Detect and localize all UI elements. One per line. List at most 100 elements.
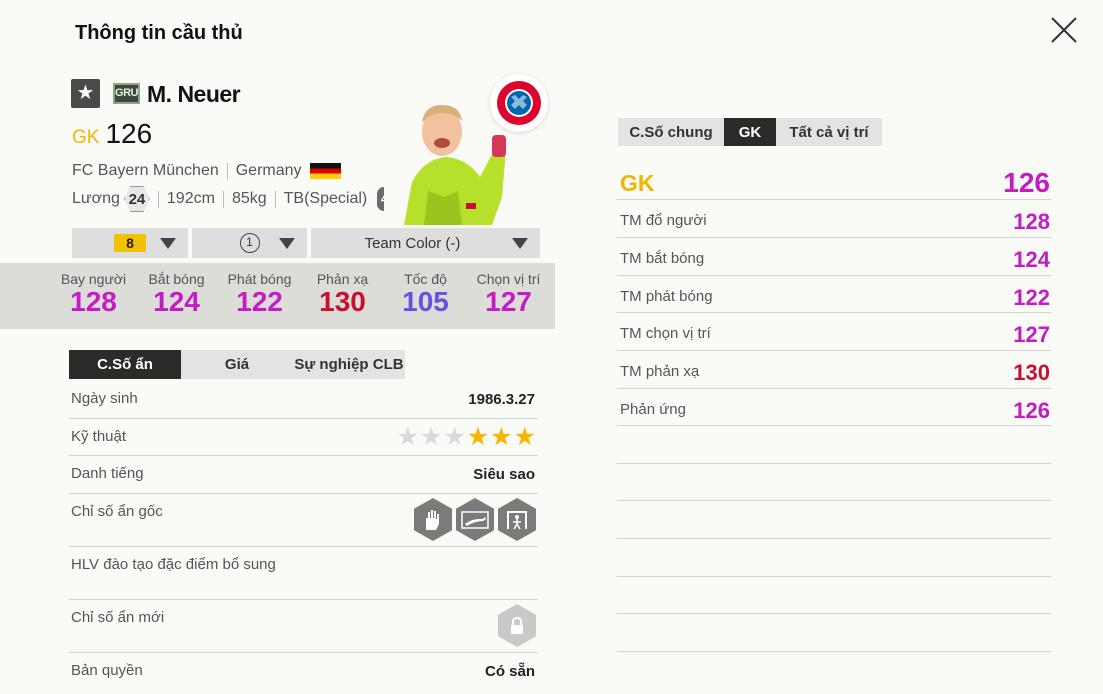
gk-header-row: GK 126 (617, 164, 1051, 200)
ovr-value: 126 (105, 118, 153, 149)
gk-stat-row: TM đổ người 128 (617, 200, 1051, 238)
hidden-trait-icons (410, 498, 536, 541)
gk-stat-value: 124 (1013, 247, 1050, 272)
salary-label: Lương (72, 190, 120, 207)
stat-label: Bắt bóng (148, 271, 205, 287)
gk-stat-label: TM phát bóng (620, 288, 713, 305)
chevron-down-icon (512, 238, 528, 249)
trait-level-value: 1 (239, 233, 260, 253)
stat-positioning: Chọn vị trí 127 (467, 263, 550, 329)
star-empty-icon: ★ (396, 423, 419, 451)
gk-stat-value: 127 (1013, 322, 1050, 347)
chevron-down-icon (279, 238, 295, 249)
stat-handling: Bắt bóng 124 (135, 263, 218, 329)
star-filled-icon: ★ (466, 423, 490, 451)
upgrade-level-dropdown[interactable]: 8 (72, 228, 188, 258)
stat-label: Chọn vị trí (476, 271, 541, 287)
weight: 85kg (231, 190, 267, 207)
info-row-new-traits: Chỉ số ẩn mới (69, 600, 538, 653)
stat-value: 105 (402, 286, 449, 317)
birthday-value: 1986.3.27 (468, 391, 535, 408)
gk-header-value: 126 (1003, 167, 1050, 198)
star-empty-icon: ★ (419, 423, 443, 451)
info-row-skill: Kỹ thuật ★ ★ ★ ★ ★ ★ (69, 419, 538, 456)
stat-value: 128 (70, 286, 117, 317)
position-ovr: GK 126 (72, 118, 152, 150)
gk-stat-row: TM phản xạ 130 (617, 351, 1051, 389)
skill-stars: ★ ★ ★ ★ ★ ★ (395, 425, 536, 450)
empty-row (617, 464, 1051, 501)
new-trait-slot (494, 604, 536, 647)
diving-keeper-icon[interactable] (456, 498, 494, 541)
gk-stat-value: 130 (1013, 360, 1050, 385)
star-empty-icon: ★ (443, 423, 466, 451)
stat-label: Bay người (60, 271, 127, 287)
player-name: M. Neuer (147, 81, 241, 107)
goalkeeper-gloves-icon[interactable] (414, 498, 452, 541)
tab-price[interactable]: Giá (181, 350, 293, 379)
stat-value: 122 (236, 286, 283, 317)
club-nation-row: FC Bayern München Germany (72, 162, 341, 180)
gk-stat-row: TM phát bóng 122 (617, 276, 1051, 313)
gk-stat-value: 126 (1013, 398, 1050, 423)
favorite-star-icon[interactable]: ★ (71, 79, 100, 108)
info-row-birthday: Ngày sinh 1986.3.27 (69, 381, 538, 419)
stat-speed: Tốc độ 105 (384, 263, 467, 329)
gk-stat-label: TM chọn vị trí (620, 325, 711, 342)
reputation-value: Siêu sao (473, 466, 535, 483)
empty-row (617, 577, 1051, 614)
lock-icon[interactable] (498, 604, 536, 647)
coach-label: HLV đào tạo đặc điểm bổ sung (71, 556, 276, 573)
dialog-title: Thông tin cầu thủ (75, 22, 243, 44)
nation-name: Germany (235, 162, 302, 179)
gk-stat-label: TM bắt bóng (620, 250, 705, 267)
gk-stat-label: Phản ứng (620, 401, 686, 418)
divider (226, 162, 228, 180)
germany-flag-icon (309, 163, 341, 179)
empty-row (617, 501, 1051, 539)
stat-label: Phát bóng (227, 271, 292, 287)
tab-general-stats[interactable]: C.Số chung (618, 118, 724, 146)
tab-hidden-stats[interactable]: C.Số ẩn (69, 350, 181, 379)
tab-club-career[interactable]: Sự nghiệp CLB (293, 350, 405, 379)
physical-info-row: Lương 24 192cm 85kg TB(Special) 4 5 (72, 186, 409, 212)
reputation-label: Danh tiếng (71, 465, 144, 482)
empty-row (617, 614, 1051, 652)
empty-row (617, 426, 1051, 464)
hidden-traits-label: Chỉ số ẩn gốc (71, 503, 163, 520)
star-filled-icon: ★ (513, 423, 536, 451)
gk-stat-value: 122 (1013, 285, 1050, 310)
info-row-hidden-traits: Chỉ số ẩn gốc (69, 494, 538, 547)
upgrade-level-value: 8 (114, 234, 146, 252)
team-color-dropdown[interactable]: Team Color (-) (311, 228, 540, 258)
birthday-label: Ngày sinh (71, 390, 138, 407)
tab-all-positions[interactable]: Tất cả vị trí (776, 118, 882, 146)
close-icon[interactable] (1048, 14, 1080, 46)
goal-net-icon[interactable] (498, 498, 536, 541)
bayern-club-logo (490, 74, 548, 132)
position-label: GK (72, 127, 100, 148)
gk-stat-label: TM phản xạ (620, 363, 700, 380)
left-tab-bar: C.Số ẩn Giá Sự nghiệp CLB (69, 350, 405, 379)
stat-label: Tốc độ (404, 271, 447, 287)
body-type: TB(Special) (283, 190, 368, 207)
season-badge: GRU (113, 83, 140, 104)
gk-stat-row: Phản ứng 126 (617, 389, 1051, 426)
stat-diving: Bay người 128 (52, 263, 135, 329)
gk-stat-row: TM bắt bóng 124 (617, 238, 1051, 276)
team-color-value: Team Color (-) (364, 234, 461, 252)
copyright-label: Bản quyền (71, 662, 143, 679)
trait-level-dropdown[interactable]: 1 (192, 228, 307, 258)
stat-value: 124 (153, 286, 200, 317)
stat-reflexes: Phản xạ 130 (301, 263, 384, 329)
divider (157, 190, 159, 208)
stat-value: 127 (485, 286, 532, 317)
club-name: FC Bayern München (72, 162, 219, 179)
divider (274, 190, 276, 208)
tab-gk[interactable]: GK (724, 118, 776, 146)
empty-row (617, 539, 1051, 577)
info-row-coach: HLV đào tạo đặc điểm bổ sung (69, 547, 538, 600)
copyright-value: Có sẵn (484, 663, 535, 680)
new-traits-label: Chỉ số ẩn mới (71, 609, 165, 626)
salary-badge: 24 (123, 186, 150, 212)
